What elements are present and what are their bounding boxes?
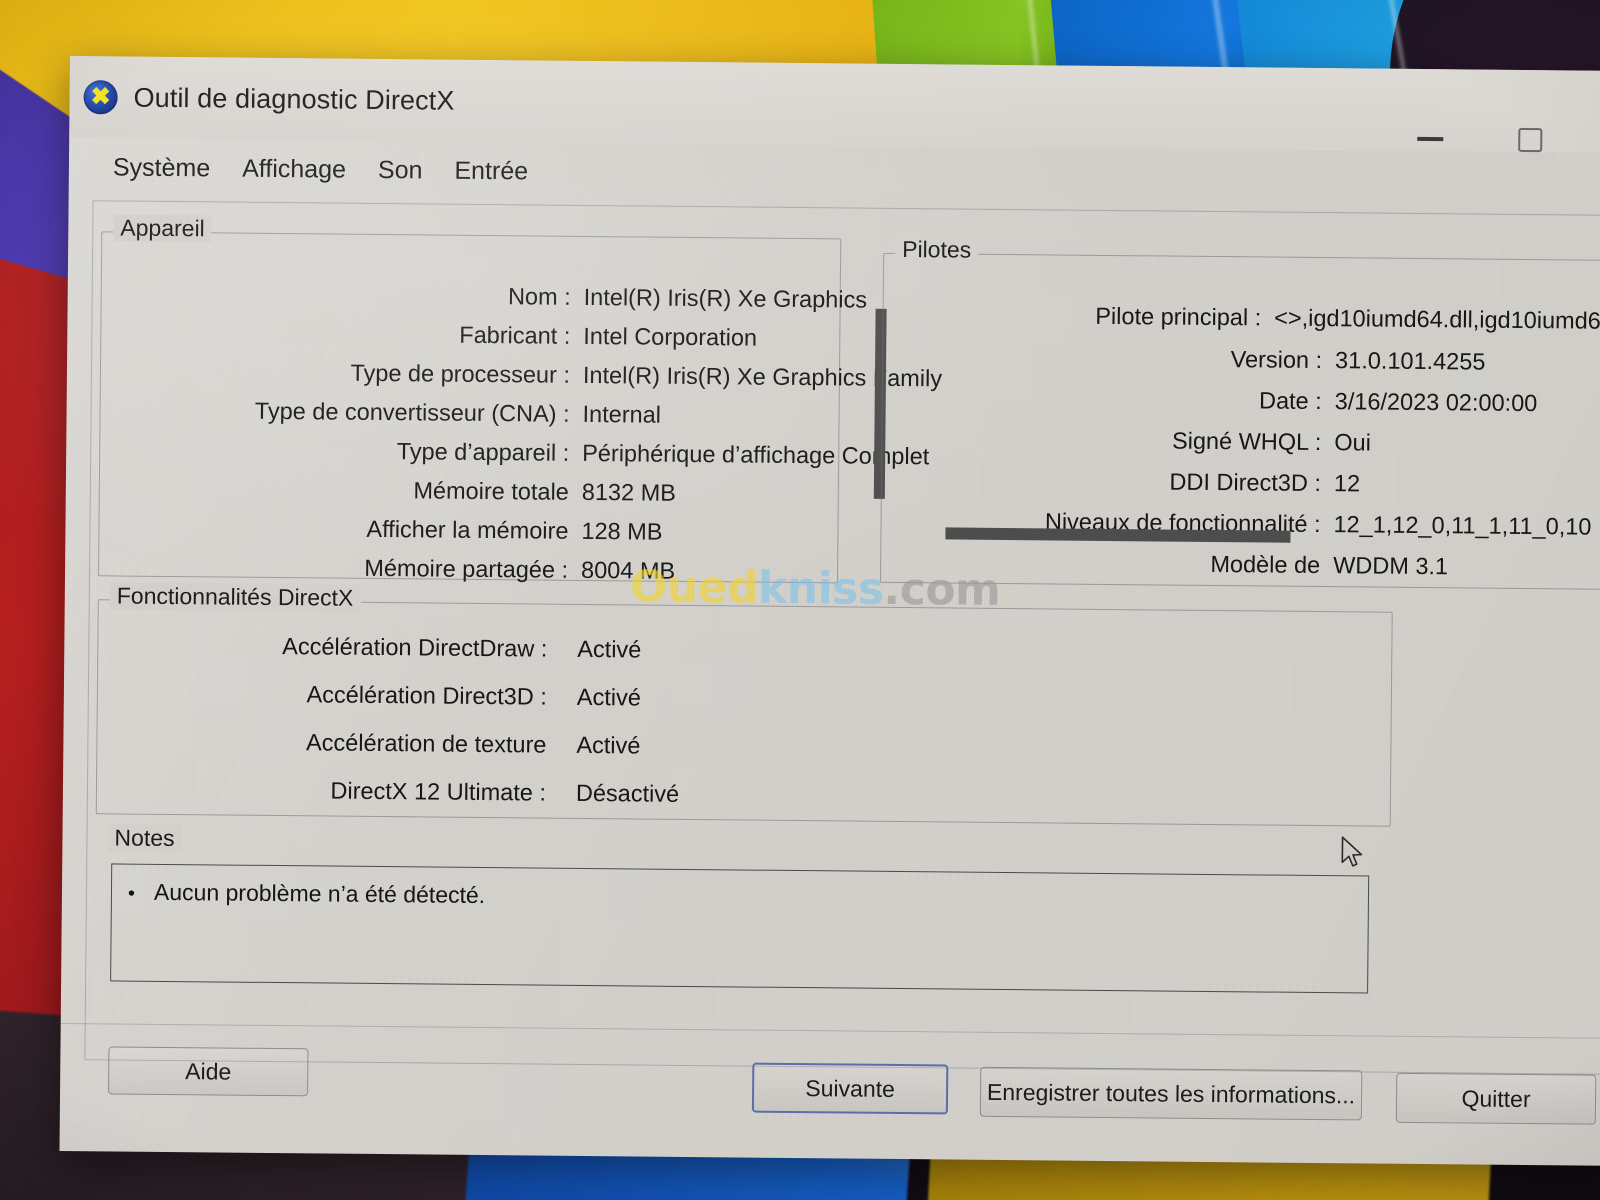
device-value-nom: Intel(R) Iris(R) Xe Graphics [583,283,868,313]
dxfeat-label-dx12-ultimate: DirectX 12 Ultimate : [330,777,547,806]
device-label-memoire-totale: Mémoire totale [413,477,569,505]
notes-group: Notes • Aucun problème n’a été détecté. [94,824,1385,1003]
maximize-button[interactable] [1507,122,1553,158]
drivers-label-signe-whql: Signé WHQL : [1171,427,1322,456]
drivers-value-signe-whql: Oui [1334,429,1372,456]
directx-features-group: Fonctionnalités DirectX Accélération Dir… [95,582,1393,827]
dxfeat-label-texture: Accélération de texture [305,729,547,758]
footer-button-bar: Aide Suivante Enregistrer toutes les inf… [59,1022,1600,1166]
device-row-type-convertisseur: Type de convertisseur (CNA) : Internal [99,396,661,428]
device-value-memoire-totale: 8132 MB [581,478,677,506]
device-value-type-convertisseur: Internal [582,400,662,428]
save-all-information-button[interactable]: Enregistrer toutes les informations... [979,1066,1363,1121]
drivers-label-version: Version : [1230,346,1323,374]
device-value-fabricant: Intel Corporation [583,322,758,351]
dxfeat-row-directdraw: Accélération DirectDraw : Activé [97,631,641,663]
tab-entree[interactable]: Entrée [438,153,544,195]
drivers-label-modele: Modèle de [1210,550,1321,579]
drivers-row-date: Date : 3/16/2023 02:00:00 [882,384,1538,417]
device-row-nom: Nom : Intel(R) Iris(R) Xe Graphics [101,279,868,313]
dxfeat-value-directdraw: Activé [577,635,642,663]
notes-item-text: Aucun problème n’a été détecté. [153,878,486,909]
drivers-row-ddi-direct3d: DDI Direct3D : 12 [881,466,1360,498]
drivers-value-date: 3/16/2023 02:00:00 [1334,388,1538,417]
dxfeat-value-texture: Activé [576,731,641,759]
tab-systeme[interactable]: Système [97,149,227,191]
device-row-memoire-totale: Mémoire totale 8132 MB [99,474,676,507]
dxfeat-row-texture: Accélération de texture Activé [96,727,641,759]
drivers-row-modele: Modèle de WDDM 3.1 [880,548,1448,580]
title-bar: ✖ Outil de diagnostic DirectX [69,56,1600,153]
drivers-row-pilote-principal: Pilote principal : <>,igd10iumd64.dll,ig… [882,301,1600,335]
device-row-afficher-memoire: Afficher la mémoire 128 MB [98,513,662,545]
dxfeat-label-direct3d: Accélération Direct3D : [306,681,547,710]
device-label-afficher-memoire: Afficher la mémoire [366,515,569,544]
device-row-memoire-partagee: Mémoire partagée : 8004 MB [98,552,675,585]
drivers-value-modele: WDDM 3.1 [1333,552,1449,580]
minimize-icon [1417,136,1444,142]
next-button[interactable]: Suivante [751,1062,949,1115]
dxfeat-row-direct3d: Accélération Direct3D : Activé [97,679,641,711]
help-button[interactable]: Aide [108,1046,309,1097]
minimize-button[interactable] [1407,121,1453,157]
notes-textarea[interactable]: • Aucun problème n’a été détecté. [110,863,1370,994]
tab-son[interactable]: Son [362,152,439,194]
dxfeat-label-directdraw: Accélération DirectDraw : [282,633,548,662]
device-row-fabricant: Fabricant : Intel Corporation [100,318,757,351]
device-value-memoire-partagee: 8004 MB [580,556,676,584]
dxdiag-window: ✖ Outil de diagnostic DirectX Système Af… [59,56,1600,1166]
drivers-row-signe-whql: Signé WHQL : Oui [881,425,1371,457]
notes-group-legend: Notes [107,824,182,853]
device-row-type-appareil: Type d’appareil : Périphérique d’afficha… [99,435,930,470]
maximize-icon [1518,127,1543,153]
window-title: Outil de diagnostic DirectX [133,82,455,116]
device-label-fabricant: Fabricant : [459,321,571,349]
quit-button[interactable]: Quitter [1395,1072,1597,1125]
drivers-label-ddi-direct3d: DDI Direct3D : [1169,468,1322,497]
drivers-value-pilote-principal: <>,igd10iumd64.dll,igd10iumd64.dll,i [1274,304,1600,335]
dxfeat-value-dx12-ultimate: Désactivé [575,779,680,807]
device-label-type-processeur: Type de processeur : [350,359,571,388]
device-value-afficher-memoire: 128 MB [581,517,663,545]
device-row-type-processeur: Type de processeur : Intel(R) Iris(R) Xe… [100,357,942,392]
tab-affichage[interactable]: Affichage [226,151,362,193]
drivers-row-version: Version : 31.0.101.4255 [882,343,1486,376]
device-label-memoire-partagee: Mémoire partagée : [364,554,569,583]
device-label-nom: Nom : [507,283,571,310]
dxfeat-row-dx12-ultimate: DirectX 12 Ultimate : Désactivé [96,775,679,808]
drivers-label-date: Date : [1258,387,1322,415]
directx-logo-icon: ✖ [83,80,118,115]
drivers-value-version: 31.0.101.4255 [1335,347,1486,375]
notes-list-item: • Aucun problème n’a été détecté. [128,879,1368,918]
device-label-type-convertisseur: Type de convertisseur (CNA) : [254,397,570,427]
device-label-type-appareil: Type d’appareil : [396,438,570,466]
device-group: Appareil Nom : Intel(R) Iris(R) Xe Graph… [98,214,942,585]
drivers-label-pilote-principal: Pilote principal : [1095,302,1262,331]
drivers-value-ddi-direct3d: 12 [1333,470,1361,497]
dxfeat-value-direct3d: Activé [576,683,641,711]
tab-panel-affichage: Appareil Nom : Intel(R) Iris(R) Xe Graph… [84,200,1600,1075]
notes-bullet-icon: • [127,882,136,905]
